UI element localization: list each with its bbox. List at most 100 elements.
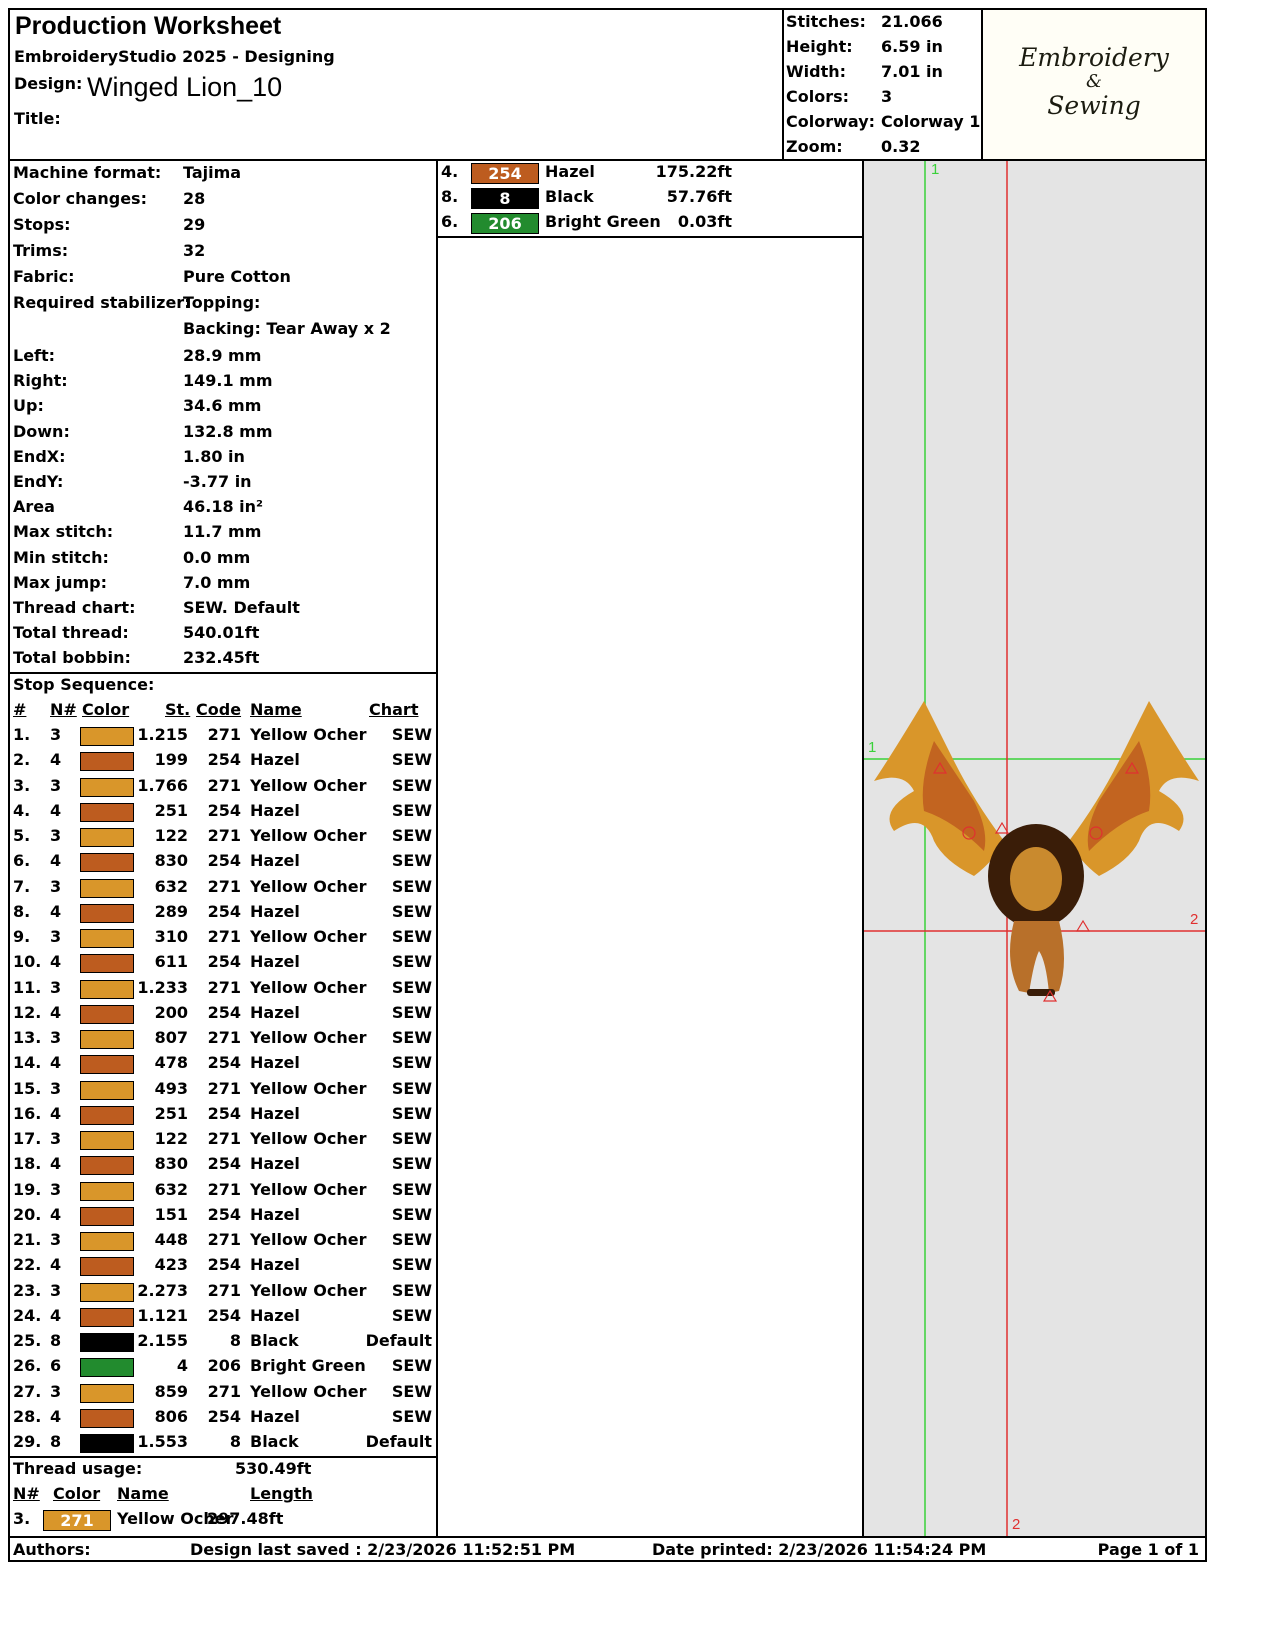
table-row: 7. 3 632 271 Yellow Ocher SEW [10, 877, 436, 901]
color-swatch [80, 1282, 134, 1302]
stop-n: 4 [50, 1255, 62, 1275]
stop-n: 3 [50, 1381, 62, 1401]
table-row: 11. 3 1.233 271 Yellow Ocher SEW [10, 978, 436, 1002]
divider [10, 1456, 436, 1458]
stop-num: 23. [13, 1280, 42, 1300]
footer-authors: Authors: [13, 1540, 91, 1559]
dimension-label: Max jump: [13, 572, 108, 592]
stop-chart: SEW [391, 1078, 432, 1098]
dimension-value: 540.01ft [183, 623, 260, 643]
color-swatch [80, 1181, 134, 1201]
machine-info-value: Tajima [183, 163, 242, 182]
stop-name: Hazel [250, 851, 300, 871]
color-swatch [80, 1004, 134, 1024]
table-row: 2. 4 199 254 Hazel SEW [10, 750, 436, 774]
divider [438, 236, 862, 238]
dimension-value: 149.1 mm [183, 371, 273, 391]
color-swatch [80, 802, 134, 822]
color-swatch [80, 1156, 134, 1176]
stop-chart: SEW [391, 1053, 432, 1073]
stop-code: 8 [229, 1432, 241, 1451]
stop-code: 254 [207, 1053, 241, 1073]
stop-header-code: Code [196, 700, 242, 719]
stop-n: 3 [50, 725, 62, 744]
stop-num: 8. [13, 901, 31, 921]
dimension-label: Down: [13, 421, 70, 441]
usage-header-name: Name [117, 1484, 169, 1503]
stop-num: 20. [13, 1204, 42, 1224]
dimension-label: Thread chart: [13, 598, 136, 617]
stop-n: 4 [50, 1305, 62, 1325]
stop-code: 254 [207, 1204, 241, 1224]
stop-code: 254 [207, 1002, 241, 1022]
stop-n: 8 [50, 1432, 62, 1451]
color-swatch [80, 878, 134, 898]
stop-n: 4 [50, 952, 62, 972]
dimension-value: 28.9 mm [183, 346, 262, 365]
divider [10, 672, 436, 674]
dimension-value: 34.6 mm [183, 396, 262, 416]
stop-stitches: 2.155 [137, 1331, 188, 1350]
stop-code: 8 [229, 1331, 241, 1350]
stop-header-chart: Chart [369, 700, 419, 719]
stop-stitches: 122 [154, 826, 188, 845]
stop-chart: SEW [391, 775, 432, 795]
thread-usage-value: 530.49ft [235, 1459, 312, 1478]
stop-name: Hazel [250, 1002, 300, 1022]
stop-name: Hazel [250, 901, 300, 921]
color-swatch [80, 1307, 134, 1327]
stop-num: 1. [13, 725, 31, 744]
table-row: 14. 4 478 254 Hazel SEW [10, 1053, 436, 1077]
machine-info-value: 28 [183, 189, 206, 208]
color-swatch [80, 954, 134, 974]
stop-stitches: 632 [154, 1179, 188, 1199]
preview-canvas [864, 161, 1205, 1536]
stop-code: 271 [207, 977, 241, 997]
dimension-label: Area [13, 497, 55, 517]
stop-name: Hazel [250, 952, 300, 972]
stop-stitches: 251 [154, 1103, 188, 1123]
table-row: 19. 3 632 271 Yellow Ocher SEW [10, 1180, 436, 1204]
stop-stitches: 478 [154, 1053, 188, 1073]
stop-code: 254 [207, 750, 241, 770]
machine-info-label: Required stabilizer: [13, 293, 191, 312]
stop-chart: SEW [391, 1406, 432, 1426]
stop-name: Yellow Ocher [250, 1179, 367, 1199]
table-row: 6. 4 830 254 Hazel SEW [10, 851, 436, 875]
color-swatch [80, 1055, 134, 1075]
usage-name: Bright Green [545, 212, 661, 231]
stop-code: 254 [207, 952, 241, 972]
table-row: 23. 3 2.273 271 Yellow Ocher SEW [10, 1281, 436, 1305]
stop-name: Yellow Ocher [250, 1078, 367, 1098]
lion-body [1010, 921, 1064, 993]
summary-value: 6.59 in [881, 37, 943, 56]
color-swatch: 8 [471, 188, 539, 209]
stop-n: 3 [50, 1230, 62, 1249]
footer-last-saved: Design last saved : 2/23/2026 11:52:51 P… [190, 1540, 576, 1559]
dimension-label: EndY: [13, 472, 64, 491]
stop-stitches: 251 [154, 800, 188, 820]
stop-num: 27. [13, 1381, 42, 1401]
stop-chart: SEW [391, 977, 432, 997]
stop-n: 6 [50, 1356, 62, 1376]
color-swatch: 254 [471, 163, 539, 184]
machine-info-value: 32 [183, 241, 206, 260]
stop-n: 3 [50, 1179, 62, 1199]
stop-name: Yellow Ocher [250, 1280, 367, 1300]
color-swatch [80, 1131, 134, 1150]
stop-chart: SEW [391, 1356, 432, 1376]
summary-label: Colors: [786, 87, 850, 106]
stop-chart: SEW [391, 800, 432, 820]
stop-code: 254 [207, 901, 241, 921]
table-row: 8. 4 289 254 Hazel SEW [10, 902, 436, 926]
stop-name: Hazel [250, 800, 300, 820]
dimension-label: Total thread: [13, 623, 129, 643]
stop-code: 254 [207, 1154, 241, 1174]
stop-code: 271 [207, 1129, 241, 1148]
table-row: 13. 3 807 271 Yellow Ocher SEW [10, 1028, 436, 1052]
table-row: 5. 3 122 271 Yellow Ocher SEW [10, 826, 436, 850]
color-swatch [80, 1383, 134, 1403]
stop-chart: SEW [391, 1255, 432, 1275]
dimension-value: 11.7 mm [183, 522, 262, 542]
color-swatch [80, 752, 134, 772]
